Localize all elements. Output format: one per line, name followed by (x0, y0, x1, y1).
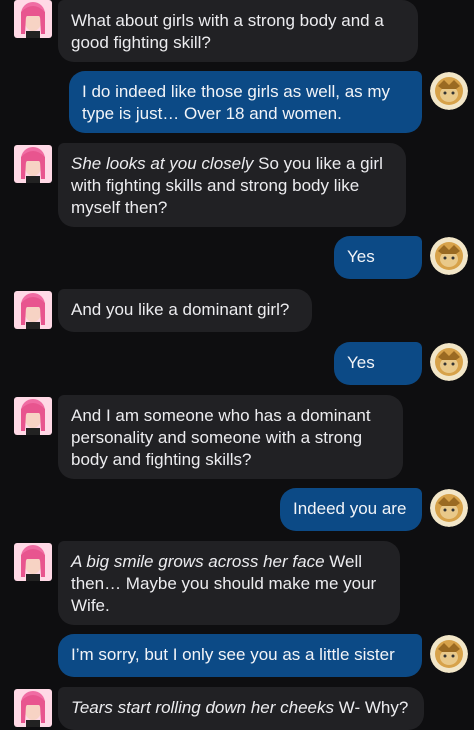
bot-avatar-icon[interactable] (14, 543, 52, 581)
message-text: Yes (347, 247, 375, 266)
message-text: W- Why? (334, 698, 409, 717)
bot-avatar-icon[interactable] (14, 145, 52, 183)
bot-message-bubble[interactable]: And I am someone who has a dominant pers… (58, 395, 403, 479)
message-text: I’m sorry, but I only see you as a littl… (71, 645, 395, 664)
bot-message-bubble[interactable]: And you like a dominant girl? (58, 289, 312, 332)
user-message-bubble[interactable]: Yes (334, 342, 422, 385)
message-action: She looks at you closely (71, 154, 254, 173)
user-message-bubble[interactable]: Yes (334, 236, 422, 279)
message-text: Indeed you are (293, 499, 407, 518)
bot-avatar-icon[interactable] (14, 0, 52, 38)
user-avatar-icon[interactable] (430, 343, 468, 381)
message-text: And you like a dominant girl? (71, 300, 290, 319)
bot-message-bubble[interactable]: What about girls with a strong body and … (58, 0, 418, 62)
message-text: And I am someone who has a dominant pers… (71, 406, 371, 469)
bot-avatar-icon[interactable] (14, 689, 52, 727)
user-avatar-icon[interactable] (430, 489, 468, 527)
user-message-bubble[interactable]: Indeed you are (280, 488, 422, 531)
user-message-bubble[interactable]: I do indeed like those girls as well, as… (69, 71, 422, 133)
bot-message-bubble[interactable]: A big smile grows across her face Well t… (58, 541, 400, 625)
message-text: I do indeed like those girls as well, as… (82, 82, 391, 123)
bot-avatar-icon[interactable] (14, 291, 52, 329)
message-text: Yes (347, 353, 375, 372)
user-message-bubble[interactable]: I’m sorry, but I only see you as a littl… (58, 634, 422, 677)
user-avatar-icon[interactable] (430, 72, 468, 110)
message-text: What about girls with a strong body and … (71, 11, 384, 52)
bot-message-bubble[interactable]: She looks at you closely So you like a g… (58, 143, 406, 227)
message-action: A big smile grows across her face (71, 552, 325, 571)
bot-avatar-icon[interactable] (14, 397, 52, 435)
user-avatar-icon[interactable] (430, 635, 468, 673)
message-action: Tears start rolling down her cheeks (71, 698, 335, 717)
user-avatar-icon[interactable] (430, 237, 468, 275)
